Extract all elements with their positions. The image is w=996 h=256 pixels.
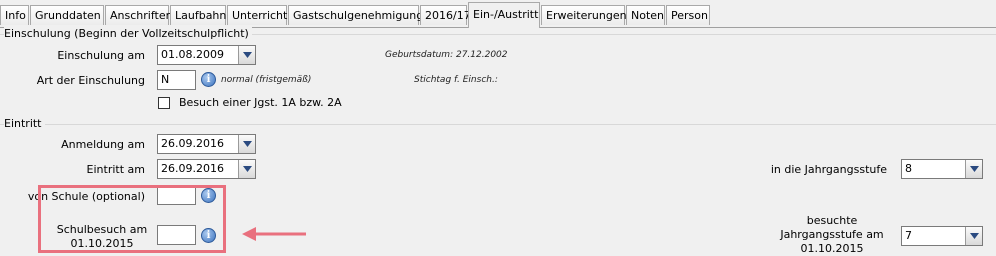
einschulung-am-value: 01.08.2009 xyxy=(161,48,224,61)
art-der-einschulung-input[interactable]: N xyxy=(157,70,196,90)
arrow-left-icon xyxy=(242,227,306,241)
eintritt-group-title: Eintritt xyxy=(4,117,45,131)
tab-person[interactable]: Person xyxy=(666,5,710,25)
anmeldung-am-value: 26.09.2016 xyxy=(161,137,224,150)
tab-erweiterungen[interactable]: Erweiterungen xyxy=(541,5,627,25)
info-icon[interactable]: i xyxy=(201,72,216,87)
jgst-1a-2a-label: Besuch einer Jgst. 1A bzw. 2A xyxy=(179,96,342,109)
besuchte-label-line2: Jahrgangsstufe am xyxy=(780,228,884,241)
dropdown-arrow-icon[interactable] xyxy=(965,160,982,178)
dropdown-arrow-icon[interactable] xyxy=(238,135,255,153)
tab-ein-austritt[interactable]: Ein-/Austritt xyxy=(468,2,540,28)
tab-unterricht[interactable]: Unterricht xyxy=(227,5,287,25)
besuchte-jgst-combo[interactable]: 7 xyxy=(901,226,983,246)
anmeldung-am-label: Anmeldung am xyxy=(61,138,145,151)
besuchte-label-line3: 01.10.2015 xyxy=(800,242,864,255)
anmeldung-am-combo[interactable]: 26.09.2016 xyxy=(157,134,256,154)
tab-grunddaten[interactable]: Grunddaten xyxy=(30,5,104,25)
schulbesuch-highlight-box xyxy=(38,185,226,253)
art-der-einschulung-label: Art der Einschulung xyxy=(36,74,145,87)
einschulung-am-combo[interactable]: 01.08.2009 xyxy=(157,45,256,65)
jahrgangsstufe-label: in die Jahrgangsstufe xyxy=(770,163,887,176)
tab-noten[interactable]: Noten xyxy=(626,5,665,25)
eintritt-group-divider xyxy=(0,124,996,125)
dropdown-arrow-icon[interactable] xyxy=(238,160,255,178)
tab-anschriften[interactable]: Anschriften xyxy=(105,5,173,25)
art-description: normal (fristgemäß) xyxy=(221,75,312,85)
dropdown-arrow-icon[interactable] xyxy=(965,227,982,245)
jahrgangsstufe-value: 8 xyxy=(905,162,912,175)
stichtag-text: Stichtag f. Einsch.: xyxy=(414,75,498,85)
einschulung-am-label: Einschulung am xyxy=(57,49,145,62)
tab-gastschulgenehmigung[interactable]: Gastschulgenehmigung xyxy=(288,5,423,25)
eintritt-am-combo[interactable]: 26.09.2016 xyxy=(157,159,256,179)
einschulung-group-title: Einschulung (Beginn der Vollzeitschulpfl… xyxy=(4,27,252,41)
eintritt-am-label: Eintritt am xyxy=(86,163,145,176)
besuchte-label-line1: besuchte xyxy=(806,214,858,227)
tab-info[interactable]: Info xyxy=(0,5,29,25)
eintritt-am-value: 26.09.2016 xyxy=(161,162,224,175)
besuchte-jgst-value: 7 xyxy=(905,229,912,242)
besuchte-jgst-label: besuchte Jahrgangsstufe am 01.10.2015 xyxy=(773,214,891,256)
tab-2016-17[interactable]: 2016/17 xyxy=(420,5,471,25)
dropdown-arrow-icon[interactable] xyxy=(238,46,255,64)
geburtsdatum-text: Geburtsdatum: 27.12.2002 xyxy=(385,50,508,60)
jahrgangsstufe-combo[interactable]: 8 xyxy=(901,159,983,179)
jgst-1a-2a-checkbox[interactable] xyxy=(158,97,170,109)
tab-laufbahn[interactable]: Laufbahn xyxy=(170,5,226,25)
tab-bar: Info Grunddaten Anschriften Laufbahn Unt… xyxy=(0,0,996,28)
